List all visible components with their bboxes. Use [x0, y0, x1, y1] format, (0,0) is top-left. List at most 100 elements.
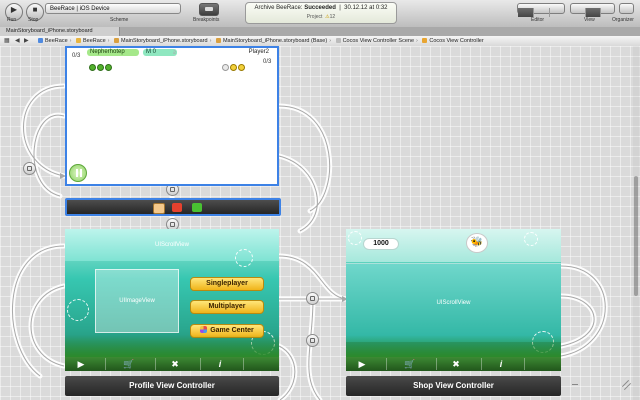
activity-issue-count: 12: [329, 14, 336, 20]
tab-storyboard[interactable]: MainStoryboard_iPhone.storyboard: [0, 27, 120, 36]
run-caption: Run: [7, 17, 17, 23]
toolbar: ▶ Run ■ Stop BeeRace | iOS Device Scheme…: [0, 0, 640, 28]
cocos-view-controller[interactable]: 0/3 Nepherhotep M 0 ꙅ Player2 0/3: [65, 46, 279, 186]
scheme-caption: Scheme: [110, 17, 129, 23]
grass-decoration: [65, 335, 279, 357]
play-icon: ▶: [10, 5, 18, 14]
forward-arrow-icon[interactable]: ▶: [24, 36, 29, 46]
editor-caption: Editor: [531, 17, 545, 23]
tools-icon[interactable]: ✖: [165, 358, 185, 370]
exit-icon[interactable]: [192, 203, 202, 212]
shop-view-controller[interactable]: 1000 🐝 UIScrollView ▶ 🛒 ✖ i: [346, 229, 561, 371]
shop-view-controller-label[interactable]: Shop View Controller: [346, 376, 561, 396]
organizer-button[interactable]: [619, 3, 634, 14]
bee-avatar-icon[interactable]: 🐝: [466, 233, 488, 253]
stop-caption: Stop: [28, 17, 39, 23]
scene-dock: [65, 198, 281, 216]
activity-status: Succeeded: [304, 5, 336, 11]
view-segmented-control[interactable]: [570, 3, 615, 17]
image-view-placeholder: UIImageView: [95, 269, 179, 333]
related-files-icon[interactable]: ▦: [4, 36, 10, 46]
standard-editor-icon[interactable]: [518, 8, 534, 17]
bee-icon: [97, 64, 104, 71]
view-controller-icon: [422, 38, 428, 43]
player2-name: Player2: [222, 49, 272, 56]
play-icon[interactable]: ▶: [71, 358, 91, 370]
scroll-view-placeholder: UIScrollView: [155, 242, 189, 248]
profile-view-controller[interactable]: UIScrollView UIImageView Singleplayer Mu…: [65, 229, 279, 371]
profile-view-controller-label[interactable]: Profile View Controller: [65, 376, 279, 396]
breadcrumb-item[interactable]: Cocos View Controller Scene ›: [335, 36, 420, 46]
player1-name: Nepherhotep: [87, 49, 139, 56]
player2-counter: 0/3: [263, 59, 272, 65]
tools-icon[interactable]: ✖: [446, 358, 466, 370]
scene-icon: [335, 38, 341, 43]
activity-project-caption: Project: [306, 14, 323, 20]
organizer-caption: Organizer: [612, 17, 634, 23]
game-center-icon: [200, 326, 208, 333]
bee-icon: [89, 64, 96, 71]
pause-button[interactable]: [69, 164, 87, 182]
scroll-view-placeholder: UIScrollView: [346, 263, 561, 342]
folder-icon: [76, 38, 82, 43]
bee-icon: [105, 64, 112, 71]
bottom-toolbar: ▶ 🛒 ✖ i: [65, 357, 279, 371]
grass-decoration: [346, 335, 561, 357]
bottom-toolbar: ▶ 🛒 ✖ i: [346, 357, 561, 371]
cart-icon[interactable]: 🛒: [400, 358, 420, 370]
vertical-scrollbar[interactable]: [633, 46, 639, 400]
activity-viewer: Archive BeeRace: Succeeded | 30.12.12 at…: [245, 2, 397, 24]
breadcrumb-item[interactable]: BeeRace ›: [76, 36, 111, 46]
view-caption: View: [584, 17, 595, 23]
back-arrow-icon[interactable]: ◀: [15, 36, 20, 46]
storyboard-icon: [114, 38, 120, 43]
activity-time: 30.12.12 at 0:32: [344, 5, 388, 11]
player1-counter: 0/3: [72, 53, 81, 59]
info-icon[interactable]: i: [210, 358, 230, 370]
resize-grip-icon[interactable]: [620, 379, 632, 391]
assistant-editor-icon[interactable]: [534, 8, 550, 17]
storyboard-canvas[interactable]: 0/3 Nepherhotep M 0 ꙅ Player2 0/3 UIScro…: [0, 46, 640, 400]
breakpoints-button[interactable]: [199, 3, 219, 16]
breadcrumb-item[interactable]: BeeRace ›: [38, 36, 73, 46]
activity-project: Archive BeeRace:: [254, 5, 303, 11]
utilities-toggle-icon[interactable]: [601, 8, 614, 17]
breakpoint-icon: [205, 7, 213, 11]
play-icon[interactable]: ▶: [352, 358, 372, 370]
game-center-label: Game Center: [210, 327, 254, 334]
storyboard-icon: [215, 38, 221, 43]
segue-icon[interactable]: [23, 162, 36, 175]
version-editor-icon[interactable]: [550, 8, 564, 17]
editor-segmented-control[interactable]: [517, 3, 565, 17]
shop-header: 1000 🐝: [346, 229, 561, 262]
breadcrumb-item[interactable]: MainStoryboard_iPhone.storyboard (Base) ›: [215, 36, 333, 46]
mode-indicator: M 0: [143, 49, 177, 56]
scrollbar-thumb[interactable]: [634, 176, 638, 296]
dandelion-decoration: [67, 299, 89, 321]
debug-area-toggle-icon[interactable]: [586, 8, 601, 17]
singleplayer-button[interactable]: Singleplayer: [190, 277, 264, 291]
dandelion-decoration: [348, 231, 362, 245]
breadcrumb-item[interactable]: MainStoryboard_iPhone.storyboard ›: [114, 36, 213, 46]
segue-icon[interactable]: [306, 334, 319, 347]
bee-silhouette-icon: ꙅ: [173, 50, 177, 56]
breadcrumb-item[interactable]: Cocos View Controller: [422, 36, 484, 46]
navigator-toggle-icon[interactable]: [571, 8, 586, 17]
bee-icon: [222, 64, 229, 71]
segue-icon[interactable]: [306, 292, 319, 305]
multiplayer-button[interactable]: Multiplayer: [190, 300, 264, 314]
player1-bees: [89, 58, 113, 71]
dandelion-decoration: [524, 232, 538, 246]
project-icon: [38, 38, 43, 43]
breakpoints-caption: Breakpoints: [193, 17, 220, 23]
breadcrumb: BeeRace › BeeRace › MainStoryboard_iPhone.…: [38, 36, 485, 46]
stop-icon: ■: [32, 5, 38, 14]
info-icon[interactable]: i: [491, 358, 511, 370]
scheme-selector[interactable]: BeeRace | iOS Device: [45, 3, 181, 14]
cart-icon[interactable]: 🛒: [119, 358, 139, 370]
first-responder-icon[interactable]: [153, 203, 165, 214]
player2-bees: [222, 58, 246, 71]
dandelion-decoration: [235, 249, 253, 267]
zoom-out-icon[interactable]: [570, 380, 580, 390]
cube-icon[interactable]: [172, 203, 182, 212]
